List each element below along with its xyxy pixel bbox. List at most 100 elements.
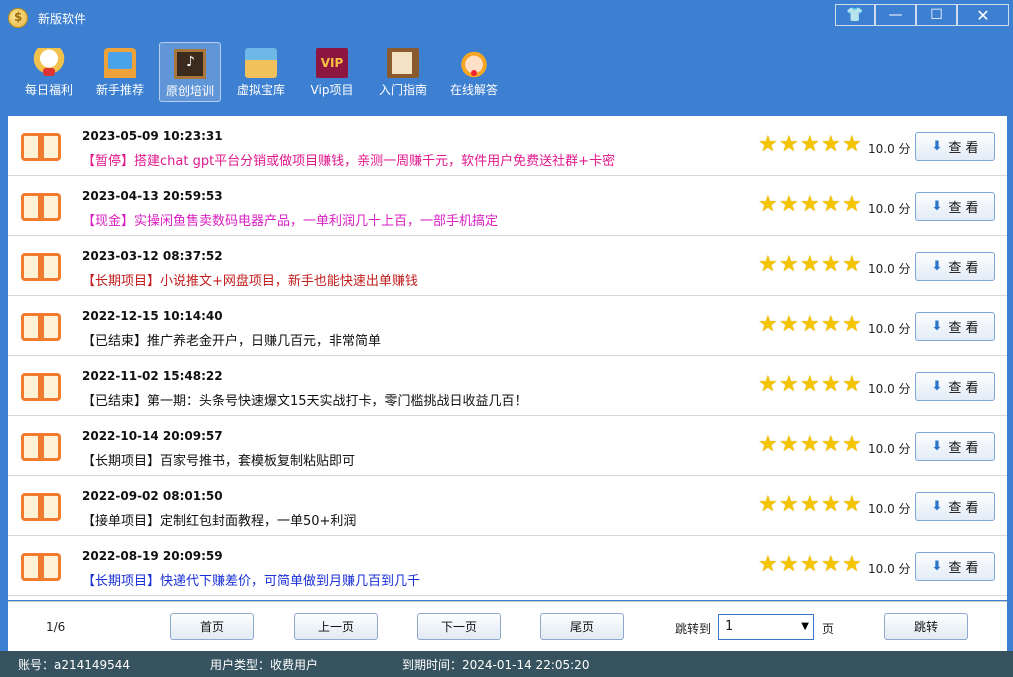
jump-page-select[interactable]: 1 ▼	[718, 614, 814, 640]
coin-logo-icon	[8, 8, 28, 28]
minimize-icon: —	[888, 7, 903, 23]
item-title[interactable]: 【已结束】推广养老金开户，日赚几百元，非常简单	[82, 330, 381, 349]
item-title[interactable]: 【接单项目】定制红包封面教程，一单50+利润	[82, 510, 356, 529]
view-button[interactable]: ⬇ 查 看	[915, 192, 995, 221]
maximize-icon: ☐	[930, 7, 943, 23]
view-button[interactable]: ⬇ 查 看	[915, 432, 995, 461]
item-date: 2022-11-02 15:48:22	[82, 369, 223, 383]
item-score: 10.0 分	[868, 202, 911, 216]
close-button[interactable]: ✕	[957, 4, 1009, 26]
item-score: 10.0 分	[868, 262, 911, 276]
item-title[interactable]: 【长期项目】快递代下赚差价，可简单做到月赚几百到几千	[82, 570, 420, 589]
item-date: 2022-09-02 08:01:50	[82, 489, 223, 503]
list-item[interactable]: 2023-03-12 08:37:52 【长期项目】小说推文+网盘项目，新手也能快…	[8, 236, 1007, 296]
item-title[interactable]: 【长期项目】小说推文+网盘项目，新手也能快速出单赚钱	[82, 270, 418, 289]
star-icon: ★	[842, 192, 862, 217]
rating-stars: ★ ★ ★ ★ ★	[758, 372, 862, 397]
user-type-label: 用户类型：收费用户	[210, 658, 319, 672]
download-arrow-icon: ⬇	[931, 259, 943, 274]
list-item[interactable]: 2022-11-02 15:48:22 【已结束】第一期：头条号快速爆文15天实战…	[8, 356, 1007, 416]
star-icon: ★	[758, 372, 778, 397]
next-page-button[interactable]: 下一页	[417, 613, 501, 640]
view-button-label: 查 看	[948, 381, 979, 396]
prev-page-button[interactable]: 上一页	[294, 613, 378, 640]
first-page-button[interactable]: 首页	[170, 613, 254, 640]
main-toolbar: 每日福利 新手推荐 原创培训 虚拟宝库 VIP Vip项目 入门指南 在线解答	[0, 36, 1013, 104]
star-icon: ★	[758, 132, 778, 157]
jump-button[interactable]: 跳转	[884, 613, 968, 640]
shirt-icon: 👕	[846, 7, 864, 23]
expiry-label: 到期时间：2024-01-14 22:05:20	[402, 658, 590, 672]
star-icon: ★	[821, 312, 841, 337]
open-book-icon	[21, 313, 63, 343]
star-icon: ★	[758, 492, 778, 517]
star-icon: ★	[800, 252, 820, 277]
star-icon: ★	[800, 312, 820, 337]
page-unit-label: 页	[822, 622, 835, 636]
rating-stars: ★ ★ ★ ★ ★	[758, 252, 862, 277]
star-icon: ★	[800, 552, 820, 577]
skin-button[interactable]: 👕	[835, 4, 875, 26]
view-button[interactable]: ⬇ 查 看	[915, 252, 995, 281]
list-item[interactable]: 2022-08-19 20:09:59 【长期项目】快递代下赚差价，可简单做到月赚…	[8, 536, 1007, 596]
item-date: 2022-10-14 20:09:57	[82, 429, 223, 443]
list-item[interactable]: 2022-09-02 08:01:50 【接单项目】定制红包封面教程，一单50+利…	[8, 476, 1007, 536]
view-button[interactable]: ⬇ 查 看	[915, 552, 995, 581]
item-score: 10.0 分	[868, 562, 911, 576]
toolbar-item-beginner[interactable]: 新手推荐	[89, 42, 151, 102]
list-item[interactable]: 2023-04-13 20:59:53 【现金】实操闲鱼售卖数码电器产品，一单利润…	[8, 176, 1007, 236]
download-arrow-icon: ⬇	[931, 139, 943, 154]
star-icon: ★	[758, 432, 778, 457]
open-book-icon	[21, 433, 63, 463]
last-page-button[interactable]: 尾页	[540, 613, 624, 640]
star-icon: ★	[758, 552, 778, 577]
star-icon: ★	[779, 132, 799, 157]
rating-stars: ★ ★ ★ ★ ★	[758, 432, 862, 457]
view-button[interactable]: ⬇ 查 看	[915, 132, 995, 161]
star-icon: ★	[779, 312, 799, 337]
view-button-label: 查 看	[948, 321, 979, 336]
lucky-cat-icon	[33, 48, 65, 78]
view-button[interactable]: ⬇ 查 看	[915, 492, 995, 521]
toolbar-item-daily-welfare[interactable]: 每日福利	[18, 42, 80, 102]
toolbar-item-virtual-treasury[interactable]: 虚拟宝库	[230, 42, 292, 102]
view-button[interactable]: ⬇ 查 看	[915, 372, 995, 401]
title-bar[interactable]: 新版软件 👕 — ☐ ✕	[0, 0, 1013, 34]
item-title[interactable]: 【暂停】搭建chat gpt平台分销或做项目赚钱，亲测一周赚千元，软件用户免费送…	[82, 150, 615, 169]
list-item[interactable]: 2022-12-15 10:14:40 【已结束】推广养老金开户，日赚几百元，非常…	[8, 296, 1007, 356]
item-score: 10.0 分	[868, 442, 911, 456]
view-button-label: 查 看	[948, 261, 979, 276]
window-title: 新版软件	[38, 12, 87, 26]
item-title[interactable]: 【已结束】第一期：头条号快速爆文15天实战打卡，零门槛挑战日收益几百！	[82, 390, 528, 409]
item-title[interactable]: 【现金】实操闲鱼售卖数码电器产品，一单利润几十上百，一部手机搞定	[82, 210, 498, 229]
maximize-button[interactable]: ☐	[916, 4, 957, 26]
star-icon: ★	[800, 432, 820, 457]
toolbar-item-online-help[interactable]: 在线解答	[443, 42, 505, 102]
open-book-icon	[21, 253, 63, 283]
star-icon: ★	[779, 192, 799, 217]
project-list: 2023-05-09 10:23:31 【暂停】搭建chat gpt平台分销或做项…	[8, 116, 1007, 600]
star-icon: ★	[821, 432, 841, 457]
item-date: 2022-08-19 20:09:59	[82, 549, 223, 563]
list-item[interactable]: 2022-10-14 20:09:57 【长期项目】百家号推书，套模板复制粘贴即可…	[8, 416, 1007, 476]
item-score: 10.0 分	[868, 142, 911, 156]
toolbar-item-label: 新手推荐	[95, 83, 144, 97]
toolbar-item-vip[interactable]: VIP Vip项目	[301, 42, 363, 102]
chalkboard-icon	[174, 49, 206, 79]
item-title[interactable]: 【长期项目】百家号推书，套模板复制粘贴即可	[82, 450, 355, 469]
item-date: 2023-04-13 20:59:53	[82, 189, 223, 203]
star-icon: ★	[800, 192, 820, 217]
toolbar-item-original-training[interactable]: 原创培训	[159, 42, 221, 102]
rating-stars: ★ ★ ★ ★ ★	[758, 492, 862, 517]
toolbar-item-guide[interactable]: 入门指南	[372, 42, 434, 102]
minimize-button[interactable]: —	[875, 4, 916, 26]
rating-stars: ★ ★ ★ ★ ★	[758, 552, 862, 577]
view-button[interactable]: ⬇ 查 看	[915, 312, 995, 341]
download-arrow-icon: ⬇	[931, 559, 943, 574]
view-button-label: 查 看	[948, 501, 979, 516]
list-item[interactable]: 2023-05-09 10:23:31 【暂停】搭建chat gpt平台分销或做项…	[8, 116, 1007, 176]
item-score: 10.0 分	[868, 322, 911, 336]
star-icon: ★	[758, 252, 778, 277]
page-indicator: 1/6	[46, 620, 66, 634]
star-icon: ★	[779, 492, 799, 517]
